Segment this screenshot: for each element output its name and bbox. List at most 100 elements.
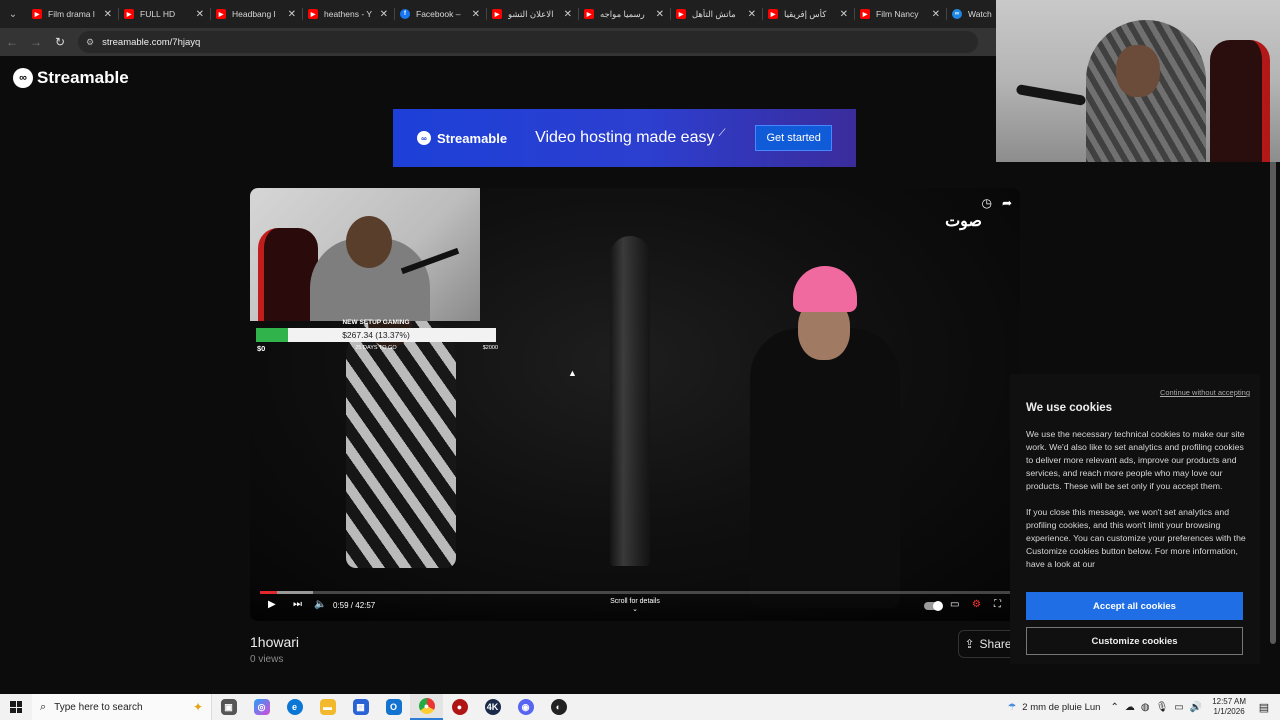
microphone-icon[interactable]: 🎙 <box>1156 702 1169 713</box>
webcam-overlay <box>996 0 1280 162</box>
close-icon[interactable]: ✕ <box>104 9 112 20</box>
customize-cookies-button[interactable]: Customize cookies <box>1026 627 1243 655</box>
clock-date: 1/1/2026 <box>1213 707 1245 716</box>
close-icon[interactable]: ✕ <box>748 9 756 20</box>
close-icon[interactable]: ✕ <box>932 9 940 20</box>
video-person-right <box>750 328 900 608</box>
rain-weather-icon: ☂ <box>1007 701 1017 713</box>
webcam-gaming-chair <box>1210 40 1270 162</box>
tray-icons: ⌃ ☁ ◍ 🎙 ▭ 🔊 <box>1110 702 1202 713</box>
browser-tab[interactable]: ▶ رسميا مواجه ✕ <box>578 0 670 28</box>
play-icon[interactable]: ▶ <box>268 599 276 610</box>
taskbar-clock[interactable]: 12:57 AM 1/1/2026 <box>1212 697 1246 716</box>
close-icon[interactable]: ✕ <box>380 9 388 20</box>
goal-progress-bar: $267.34 (13.37%) <box>256 328 496 342</box>
site-info-icon[interactable]: ⚙ <box>86 37 94 48</box>
cloud-icon[interactable]: ☁ <box>1125 702 1135 713</box>
video-player[interactable]: NEW SETUP GAMING $267.34 (13.37%) $0 25 … <box>250 188 1020 621</box>
browser-tab[interactable]: ▶ Film Nancy ✕ <box>854 0 946 28</box>
youtube-icon: ▶ <box>308 9 318 19</box>
video-progress-bar[interactable] <box>260 591 1010 594</box>
browser-tab[interactable]: ▶ FULL HD ✕ <box>118 0 210 28</box>
youtube-icon: ▶ <box>492 9 502 19</box>
browser-tab[interactable]: ▶ Film drama l ✕ <box>26 0 118 28</box>
scroll-for-details[interactable]: Scroll for details ⌄ <box>585 598 685 613</box>
goal-title: NEW SETUP GAMING <box>342 319 410 326</box>
url-field[interactable]: ⚙ streamable.com/7hjayq <box>78 31 978 53</box>
network-icon[interactable]: ▭ <box>1174 702 1183 713</box>
close-icon[interactable]: ✕ <box>656 9 664 20</box>
banner-logo-text: Streamable <box>437 130 508 146</box>
close-icon[interactable]: ✕ <box>840 9 848 20</box>
share-arrow-icon[interactable]: ➦ <box>1002 196 1012 210</box>
forward-arrow-icon[interactable]: → <box>24 28 48 56</box>
store-icon[interactable]: ▦ <box>344 694 377 720</box>
watch-later-clock-icon[interactable]: ◷ <box>981 196 991 210</box>
outlook-icon[interactable]: O <box>377 694 410 720</box>
back-arrow-icon[interactable]: ← <box>0 28 24 56</box>
continue-without-accepting-link[interactable]: Continue without accepting <box>1160 388 1250 397</box>
captions-icon[interactable]: ▭ <box>950 599 959 610</box>
cookie-paragraph-2: If you close this message, we won't set … <box>1026 507 1246 570</box>
windows-start-icon[interactable] <box>0 694 32 720</box>
get-started-button[interactable]: Get started <box>755 125 832 151</box>
channel-watermark: صوت <box>945 213 982 230</box>
weather-widget[interactable]: ☂ 2 mm de pluie Lun <box>1008 702 1101 713</box>
browser-tab[interactable]: ▶ الاعلان التشو ✕ <box>486 0 578 28</box>
goal-amount: $267.34 (13.37%) <box>342 330 410 340</box>
app-red-icon[interactable]: ● <box>443 694 476 720</box>
tab-search-chevron-icon[interactable]: ⌄ <box>0 0 26 28</box>
close-icon[interactable]: ✕ <box>288 9 296 20</box>
file-explorer-icon[interactable]: ▬ <box>311 694 344 720</box>
scrollbar-thumb[interactable] <box>1270 132 1276 644</box>
clock-time: 12:57 AM <box>1212 697 1246 707</box>
copilot-icon[interactable]: ◎ <box>245 694 278 720</box>
accept-all-cookies-button[interactable]: Accept all cookies <box>1026 592 1243 620</box>
app-tray-icon[interactable]: ◍ <box>1141 702 1150 713</box>
video-controls: ▶ ⏭ 🔈 0:59 / 42:57 Scroll for details ⌄ ▭… <box>250 585 1020 621</box>
fullscreen-icon[interactable]: ⛶ <box>994 599 1001 610</box>
chrome-icon[interactable]: ● <box>410 694 443 720</box>
gaming-chair <box>258 228 318 321</box>
close-icon[interactable]: ✕ <box>564 9 572 20</box>
reload-icon[interactable]: ↻ <box>48 28 72 56</box>
video-played <box>260 591 278 594</box>
chevron-down-icon: ⌄ <box>632 605 638 613</box>
volume-icon[interactable]: 🔈 <box>314 599 326 610</box>
obs-icon[interactable]: ◐ <box>542 694 575 720</box>
settings-gear-icon[interactable]: ⚙ <box>972 599 981 610</box>
site-logo-text: Streamable <box>37 68 129 87</box>
autoplay-toggle[interactable] <box>924 601 943 611</box>
page-scrollbar[interactable]: ▲ <box>1268 120 1278 650</box>
task-view-icon[interactable]: ▣ <box>212 694 245 720</box>
browser-tab[interactable]: ▶ heathens - Y ✕ <box>302 0 394 28</box>
youtube-icon: ▶ <box>584 9 594 19</box>
browser-tab[interactable]: ▶ ماتش التأهل ✕ <box>670 0 762 28</box>
next-icon[interactable]: ⏭ <box>293 599 302 610</box>
donation-goal-overlay: NEW SETUP GAMING $267.34 (13.37%) $0 25 … <box>256 319 498 359</box>
notification-icon[interactable]: ▤ <box>1254 701 1274 714</box>
youtube-icon: ▶ <box>216 9 226 19</box>
system-tray: ☂ 2 mm de pluie Lun ⌃ ☁ ◍ 🎙 ▭ 🔊 12:57 AM… <box>1008 694 1280 720</box>
4k-app-icon[interactable]: 4K <box>476 694 509 720</box>
webcam-face <box>1116 45 1160 97</box>
browser-tab[interactable]: f Facebook – ✕ <box>394 0 486 28</box>
site-logo[interactable]: ∞ Streamable <box>13 68 129 88</box>
browser-tab[interactable]: ▶ كأس إفريقيا ✕ <box>762 0 854 28</box>
show-hidden-icons-chevron-icon[interactable]: ⌃ <box>1110 702 1118 713</box>
edge-icon[interactable]: e <box>278 694 311 720</box>
discord-icon[interactable]: ◉ <box>509 694 542 720</box>
speaker-icon[interactable]: 🔊 <box>1190 702 1202 713</box>
browser-tab[interactable]: ▶ Headbang l ✕ <box>210 0 302 28</box>
ad-banner[interactable]: ∞ Streamable Video hosting made easy ⟋ G… <box>393 109 856 167</box>
share-label: Share <box>979 637 1012 651</box>
goal-max: $2000 <box>482 345 498 351</box>
close-icon[interactable]: ✕ <box>196 9 204 20</box>
search-icon: ⌕ <box>40 700 47 713</box>
close-icon[interactable]: ✕ <box>472 9 480 20</box>
share-button[interactable]: ⇪ Share <box>958 630 1018 658</box>
time-display: 0:59 / 42:57 <box>333 601 376 610</box>
cookie-consent-panel: Continue without accepting We use cookie… <box>1010 374 1260 664</box>
taskbar-search[interactable]: ⌕ Type here to search ✦ <box>32 694 212 720</box>
video-top-actions: ◷ ➦ <box>981 196 1012 210</box>
